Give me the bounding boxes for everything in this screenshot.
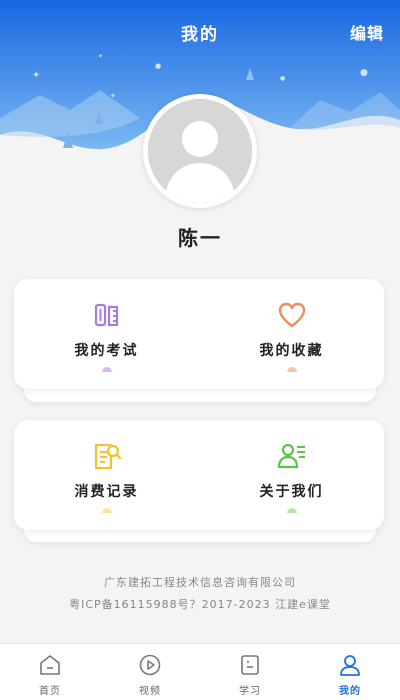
indicator-dot bbox=[101, 508, 112, 513]
bottom-tab-bar: 首页 视频 学习 我的 bbox=[0, 643, 400, 700]
about-us-label: 关于我们 bbox=[259, 484, 324, 500]
svg-text:●: ● bbox=[155, 62, 161, 70]
tab-home[interactable]: 首页 bbox=[0, 644, 100, 700]
user-list-icon bbox=[277, 443, 305, 469]
purchase-history-label: 消费记录 bbox=[74, 484, 139, 500]
default-avatar-icon bbox=[148, 99, 252, 203]
my-favorites-button[interactable]: 我的收藏 bbox=[199, 279, 384, 389]
page-title: 我的 bbox=[181, 25, 219, 45]
purchase-history-button[interactable]: 消费记录 bbox=[14, 420, 199, 530]
tab-study[interactable]: 学习 bbox=[200, 644, 300, 700]
menu-card-1: 我的考试 我的收藏 bbox=[14, 279, 384, 389]
menu-card-2: 消费记录 关于我们 bbox=[14, 420, 384, 530]
heart-icon bbox=[278, 302, 305, 328]
receipt-search-icon bbox=[94, 443, 121, 470]
edit-button[interactable]: 编辑 bbox=[350, 20, 384, 44]
tab-home-label: 首页 bbox=[39, 686, 61, 697]
indicator-dot bbox=[286, 508, 297, 513]
study-icon bbox=[241, 655, 259, 675]
svg-text:✦: ✦ bbox=[98, 53, 103, 60]
avatar[interactable] bbox=[143, 94, 257, 208]
play-icon bbox=[139, 654, 161, 676]
tab-mine-label: 我的 bbox=[339, 686, 361, 697]
svg-text:●: ● bbox=[360, 68, 368, 78]
home-icon bbox=[40, 655, 60, 675]
avatar-image bbox=[148, 99, 252, 203]
my-exams-label: 我的考试 bbox=[74, 343, 139, 359]
about-us-button[interactable]: 关于我们 bbox=[199, 420, 384, 530]
user-icon bbox=[340, 655, 360, 676]
svg-text:✦: ✦ bbox=[110, 92, 116, 100]
pencil-ruler-icon bbox=[94, 303, 118, 327]
tab-video[interactable]: 视频 bbox=[100, 644, 200, 700]
company-name: 广东建拓工程技术信息咨询有限公司 bbox=[104, 576, 296, 589]
indicator-dot bbox=[101, 367, 112, 372]
indicator-dot bbox=[286, 367, 297, 372]
icp-record: 粤ICP备16115988号？2017-2023 江建e课堂 bbox=[69, 598, 331, 611]
svg-text:✦: ✦ bbox=[32, 70, 40, 81]
user-name: 陈一 bbox=[178, 226, 222, 250]
tab-mine[interactable]: 我的 bbox=[300, 644, 400, 700]
svg-text:●: ● bbox=[280, 75, 285, 82]
my-exams-button[interactable]: 我的考试 bbox=[14, 279, 199, 389]
my-favorites-label: 我的收藏 bbox=[259, 343, 324, 359]
tab-video-label: 视频 bbox=[139, 686, 161, 697]
tab-study-label: 学习 bbox=[239, 686, 261, 697]
